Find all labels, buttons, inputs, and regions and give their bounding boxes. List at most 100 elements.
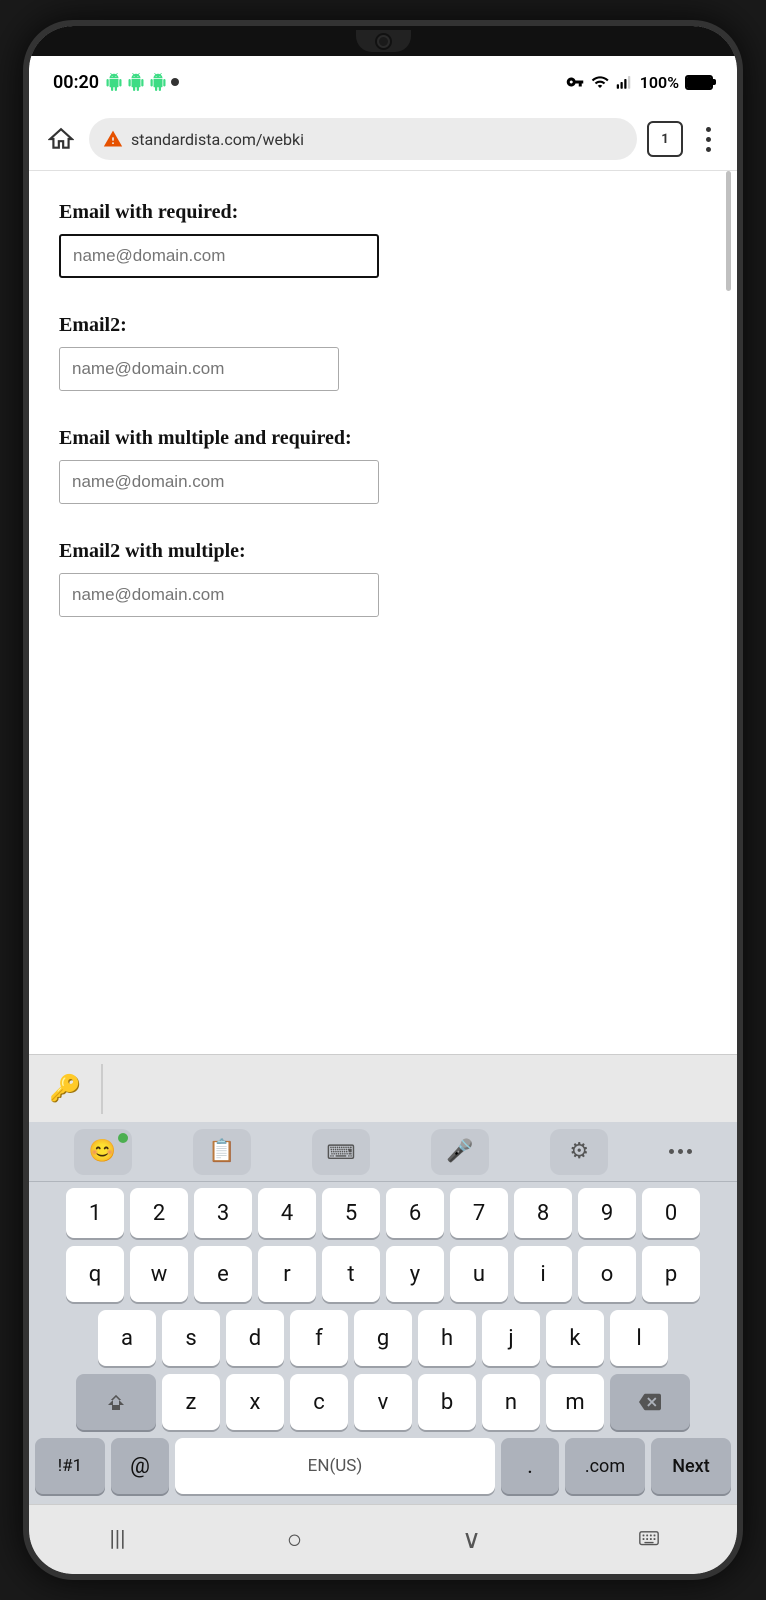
keyboard-nav-icon — [636, 1529, 662, 1551]
key-b[interactable]: b — [418, 1374, 476, 1430]
keyboard-rows: 1 2 3 4 5 6 7 8 9 0 q w e r t — [29, 1182, 737, 1494]
sym-key[interactable]: !#1 — [35, 1438, 105, 1494]
key-x[interactable]: x — [226, 1374, 284, 1430]
key-1[interactable]: 1 — [66, 1188, 124, 1238]
key-4[interactable]: 4 — [258, 1188, 316, 1238]
home-nav-icon: ○ — [287, 1524, 303, 1555]
space-key[interactable]: EN(US) — [175, 1438, 495, 1494]
period-key[interactable]: . — [501, 1438, 559, 1494]
email2-multiple-input[interactable] — [59, 573, 379, 617]
keyboard-switch-button[interactable]: ⌨ — [312, 1129, 370, 1175]
key-r[interactable]: r — [258, 1246, 316, 1302]
key-7[interactable]: 7 — [450, 1188, 508, 1238]
battery-icon — [685, 75, 713, 90]
number-row: 1 2 3 4 5 6 7 8 9 0 — [35, 1188, 731, 1238]
email-required-input[interactable] — [59, 234, 379, 278]
key-h[interactable]: h — [418, 1310, 476, 1366]
keyboard-icon: ⌨ — [326, 1140, 355, 1164]
home-nav-button[interactable]: ○ — [260, 1515, 330, 1565]
key-2[interactable]: 2 — [130, 1188, 188, 1238]
at-key[interactable]: @ — [111, 1438, 169, 1494]
key-5[interactable]: 5 — [322, 1188, 380, 1238]
key-m[interactable]: m — [546, 1374, 604, 1430]
key-f[interactable]: f — [290, 1310, 348, 1366]
field2-label: Email2: — [59, 314, 707, 337]
qwerty-row: q w e r t y u i o p — [35, 1246, 731, 1302]
dotcom-key[interactable]: .com — [565, 1438, 645, 1494]
vpn-key-status-icon — [566, 73, 584, 91]
android-icon-1 — [105, 73, 123, 91]
key-z[interactable]: z — [162, 1374, 220, 1430]
phone-top-bar — [29, 26, 737, 56]
email-multiple-required-input[interactable] — [59, 460, 379, 504]
gear-icon: ⚙ — [569, 1139, 589, 1164]
address-bar[interactable]: standardista.com/webki — [89, 118, 637, 160]
key-w[interactable]: w — [130, 1246, 188, 1302]
home-icon — [48, 126, 74, 152]
recent-nav-icon: ∨ — [462, 1525, 481, 1555]
wifi-icon — [590, 73, 610, 91]
menu-button[interactable] — [693, 121, 723, 157]
key-k[interactable]: k — [546, 1310, 604, 1366]
emoji-button[interactable]: 😊 — [74, 1129, 132, 1175]
more-dot-2 — [678, 1149, 683, 1154]
mic-icon: 🎤 — [446, 1139, 473, 1164]
signal-icon — [616, 73, 634, 91]
field3-label: Email with multiple and required: — [59, 427, 707, 450]
tab-button[interactable]: 1 — [647, 121, 683, 157]
key-d[interactable]: d — [226, 1310, 284, 1366]
key-8[interactable]: 8 — [514, 1188, 572, 1238]
key-p[interactable]: p — [642, 1246, 700, 1302]
key-e[interactable]: e — [194, 1246, 252, 1302]
shift-icon — [104, 1390, 128, 1414]
emoji-badge — [118, 1133, 128, 1143]
zxcv-row: z x c v b n m — [35, 1374, 731, 1430]
status-bar: 00:20 — [29, 56, 737, 108]
clipboard-icon: 📋 — [208, 1139, 235, 1164]
browser-chrome: standardista.com/webki 1 — [29, 108, 737, 171]
status-time: 00:20 — [53, 72, 99, 93]
android-icon-2 — [127, 73, 145, 91]
key-u[interactable]: u — [450, 1246, 508, 1302]
battery-fill — [687, 77, 711, 88]
back-nav-button[interactable]: ||| — [83, 1515, 153, 1565]
key-9[interactable]: 9 — [578, 1188, 636, 1238]
form-group-3: Email with multiple and required: — [59, 427, 707, 504]
front-camera — [356, 30, 411, 52]
recent-nav-button[interactable]: ∨ — [437, 1515, 507, 1565]
scrollbar-thumb[interactable] — [726, 171, 731, 291]
key-s[interactable]: s — [162, 1310, 220, 1366]
microphone-button[interactable]: 🎤 — [431, 1129, 489, 1175]
keyboard-nav-button[interactable] — [614, 1515, 684, 1565]
key-y[interactable]: y — [386, 1246, 444, 1302]
key-i[interactable]: i — [514, 1246, 572, 1302]
key-0[interactable]: 0 — [642, 1188, 700, 1238]
key-q[interactable]: q — [66, 1246, 124, 1302]
key-g[interactable]: g — [354, 1310, 412, 1366]
key-j[interactable]: j — [482, 1310, 540, 1366]
status-right: 100% — [566, 73, 713, 92]
key-6[interactable]: 6 — [386, 1188, 444, 1238]
settings-button[interactable]: ⚙ — [550, 1129, 608, 1175]
key-c[interactable]: c — [290, 1374, 348, 1430]
key-v[interactable]: v — [354, 1374, 412, 1430]
backspace-key[interactable] — [610, 1374, 690, 1430]
key-o[interactable]: o — [578, 1246, 636, 1302]
shift-key[interactable] — [76, 1374, 156, 1430]
menu-dot-1 — [706, 127, 711, 132]
key-t[interactable]: t — [322, 1246, 380, 1302]
key-l[interactable]: l — [610, 1310, 668, 1366]
phone-screen: 00:20 — [29, 26, 737, 1574]
key-a[interactable]: a — [98, 1310, 156, 1366]
more-button[interactable] — [669, 1149, 692, 1154]
camera-lens — [377, 35, 390, 48]
clipboard-button[interactable]: 📋 — [193, 1129, 251, 1175]
status-dot — [171, 78, 179, 86]
next-key[interactable]: Next — [651, 1438, 731, 1494]
email2-input[interactable] — [59, 347, 339, 391]
key-n[interactable]: n — [482, 1374, 540, 1430]
url-text: standardista.com/webki — [131, 130, 623, 149]
home-button[interactable] — [43, 121, 79, 157]
android-icon-3 — [149, 73, 167, 91]
key-3[interactable]: 3 — [194, 1188, 252, 1238]
